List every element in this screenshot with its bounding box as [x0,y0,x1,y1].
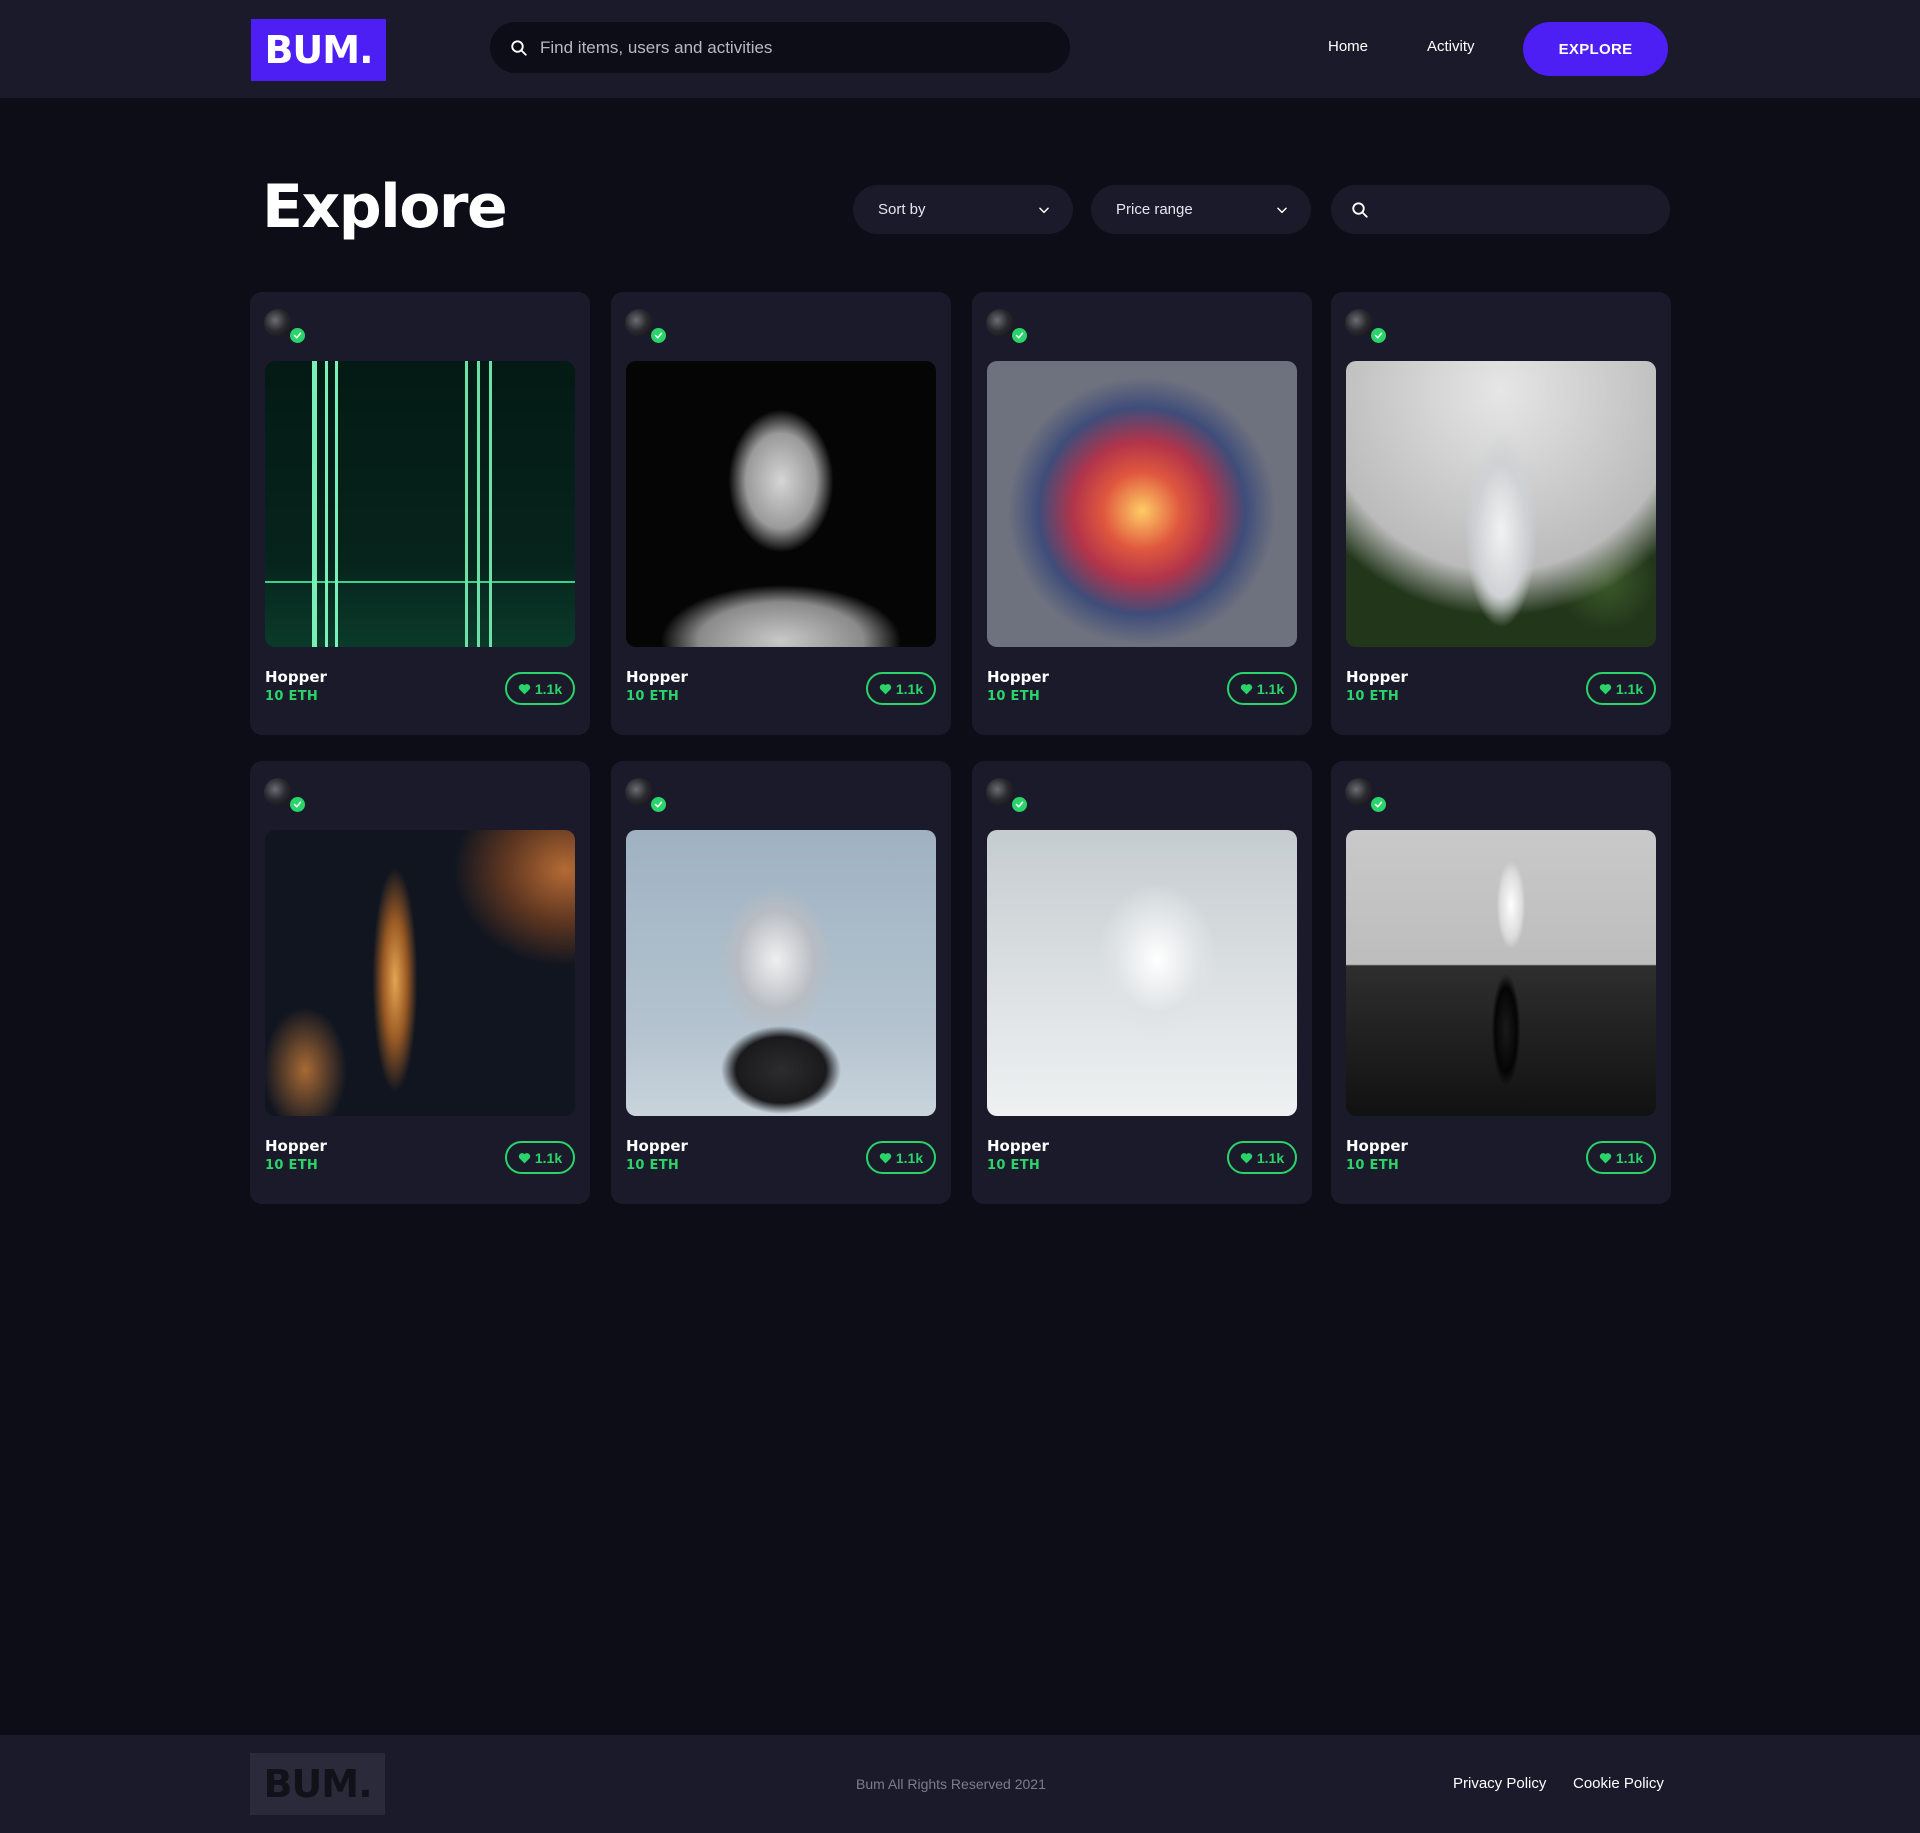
like-button[interactable]: 1.1k [866,672,936,705]
nft-card[interactable]: Hopper 10 ETH 1.1k [611,761,951,1204]
chevron-down-icon [1039,207,1049,213]
nft-image[interactable] [987,361,1297,647]
like-count: 1.1k [534,680,563,697]
verified-check-icon [1012,328,1027,343]
like-button[interactable]: 1.1k [505,1141,575,1174]
heart-icon [518,1152,531,1163]
nft-price: 10 ETH [626,1158,680,1173]
explore-button[interactable]: EXPLORE [1523,22,1668,76]
nft-image[interactable] [265,830,575,1116]
creator-avatar[interactable] [625,778,653,806]
nft-name: Hopper [987,1137,1049,1155]
verified-check-icon [290,797,305,812]
header-search-bar[interactable] [490,22,1070,73]
chevron-down-icon [1277,207,1287,213]
verified-check-icon [290,328,305,343]
privacy-policy-link[interactable]: Privacy Policy [1453,1775,1546,1792]
like-count: 1.1k [1256,680,1285,697]
header-search-input[interactable] [540,37,1040,58]
creator-avatar[interactable] [1345,778,1373,806]
nft-price: 10 ETH [265,1158,319,1173]
nft-card[interactable]: Hopper 10 ETH 1.1k [972,761,1312,1204]
nft-card[interactable]: Hopper 10 ETH 1.1k [1331,292,1671,735]
nft-name: Hopper [265,1137,327,1155]
nft-name: Hopper [265,668,327,686]
nft-card[interactable]: Hopper 10 ETH 1.1k [250,292,590,735]
page-footer: BUM. Bum All Rights Reserved 2021 Privac… [0,1735,1920,1833]
nft-name: Hopper [1346,1137,1408,1155]
nft-name: Hopper [626,1137,688,1155]
nft-card[interactable]: Hopper 10 ETH 1.1k [972,292,1312,735]
search-icon [511,39,527,56]
nft-image[interactable] [626,830,936,1116]
like-button[interactable]: 1.1k [1586,1141,1656,1174]
price-range-label: Price range [1116,201,1193,218]
nft-price: 10 ETH [1346,1158,1400,1173]
like-button[interactable]: 1.1k [1227,672,1297,705]
nft-image[interactable] [987,830,1297,1116]
verified-check-icon [651,328,666,343]
nft-image[interactable] [1346,361,1656,647]
nft-price: 10 ETH [987,1158,1041,1173]
nav-home-link[interactable]: Home [1328,38,1368,55]
nft-name: Hopper [626,668,688,686]
heart-icon [1240,1152,1253,1163]
price-range-dropdown[interactable]: Price range [1091,185,1311,234]
verified-check-icon [1371,797,1386,812]
nft-price: 10 ETH [265,689,319,704]
nft-image[interactable] [626,361,936,647]
top-header: BUM. Home Activity EXPLORE [0,0,1920,98]
heart-icon [518,683,531,694]
nft-name: Hopper [987,668,1049,686]
creator-avatar[interactable] [986,778,1014,806]
brand-logo[interactable]: BUM. [251,19,386,81]
creator-avatar[interactable] [625,309,653,337]
like-count: 1.1k [1615,680,1644,697]
creator-avatar[interactable] [264,778,292,806]
heart-icon [1599,1152,1612,1163]
like-button[interactable]: 1.1k [1227,1141,1297,1174]
like-count: 1.1k [895,680,924,697]
creator-avatar[interactable] [1345,309,1373,337]
explore-search-field[interactable] [1331,185,1670,234]
page-title: Explore [262,172,508,242]
nft-price: 10 ETH [626,689,680,704]
sort-by-label: Sort by [878,201,926,218]
creator-avatar[interactable] [264,309,292,337]
nav-activity-link[interactable]: Activity [1427,38,1475,55]
heart-icon [1599,683,1612,694]
nft-card[interactable]: Hopper 10 ETH 1.1k [250,761,590,1204]
copyright-text: Bum All Rights Reserved 2021 [856,1776,1046,1792]
sort-by-dropdown[interactable]: Sort by [853,185,1073,234]
like-button[interactable]: 1.1k [866,1141,936,1174]
verified-check-icon [1012,797,1027,812]
like-count: 1.1k [1256,1149,1285,1166]
nft-image[interactable] [265,361,575,647]
cookie-policy-link[interactable]: Cookie Policy [1573,1775,1664,1792]
verified-check-icon [651,797,666,812]
verified-check-icon [1371,328,1386,343]
nft-image[interactable] [1346,830,1656,1116]
heart-icon [1240,683,1253,694]
search-icon [1352,201,1368,218]
nft-price: 10 ETH [1346,689,1400,704]
heart-icon [879,683,892,694]
nft-card[interactable]: Hopper 10 ETH 1.1k [611,292,951,735]
like-button[interactable]: 1.1k [505,672,575,705]
nft-price: 10 ETH [987,689,1041,704]
like-count: 1.1k [1615,1149,1644,1166]
heart-icon [879,1152,892,1163]
like-count: 1.1k [534,1149,563,1166]
creator-avatar[interactable] [986,309,1014,337]
nft-name: Hopper [1346,668,1408,686]
nft-card[interactable]: Hopper 10 ETH 1.1k [1331,761,1671,1204]
like-button[interactable]: 1.1k [1586,672,1656,705]
like-count: 1.1k [895,1149,924,1166]
footer-logo[interactable]: BUM. [250,1753,385,1815]
